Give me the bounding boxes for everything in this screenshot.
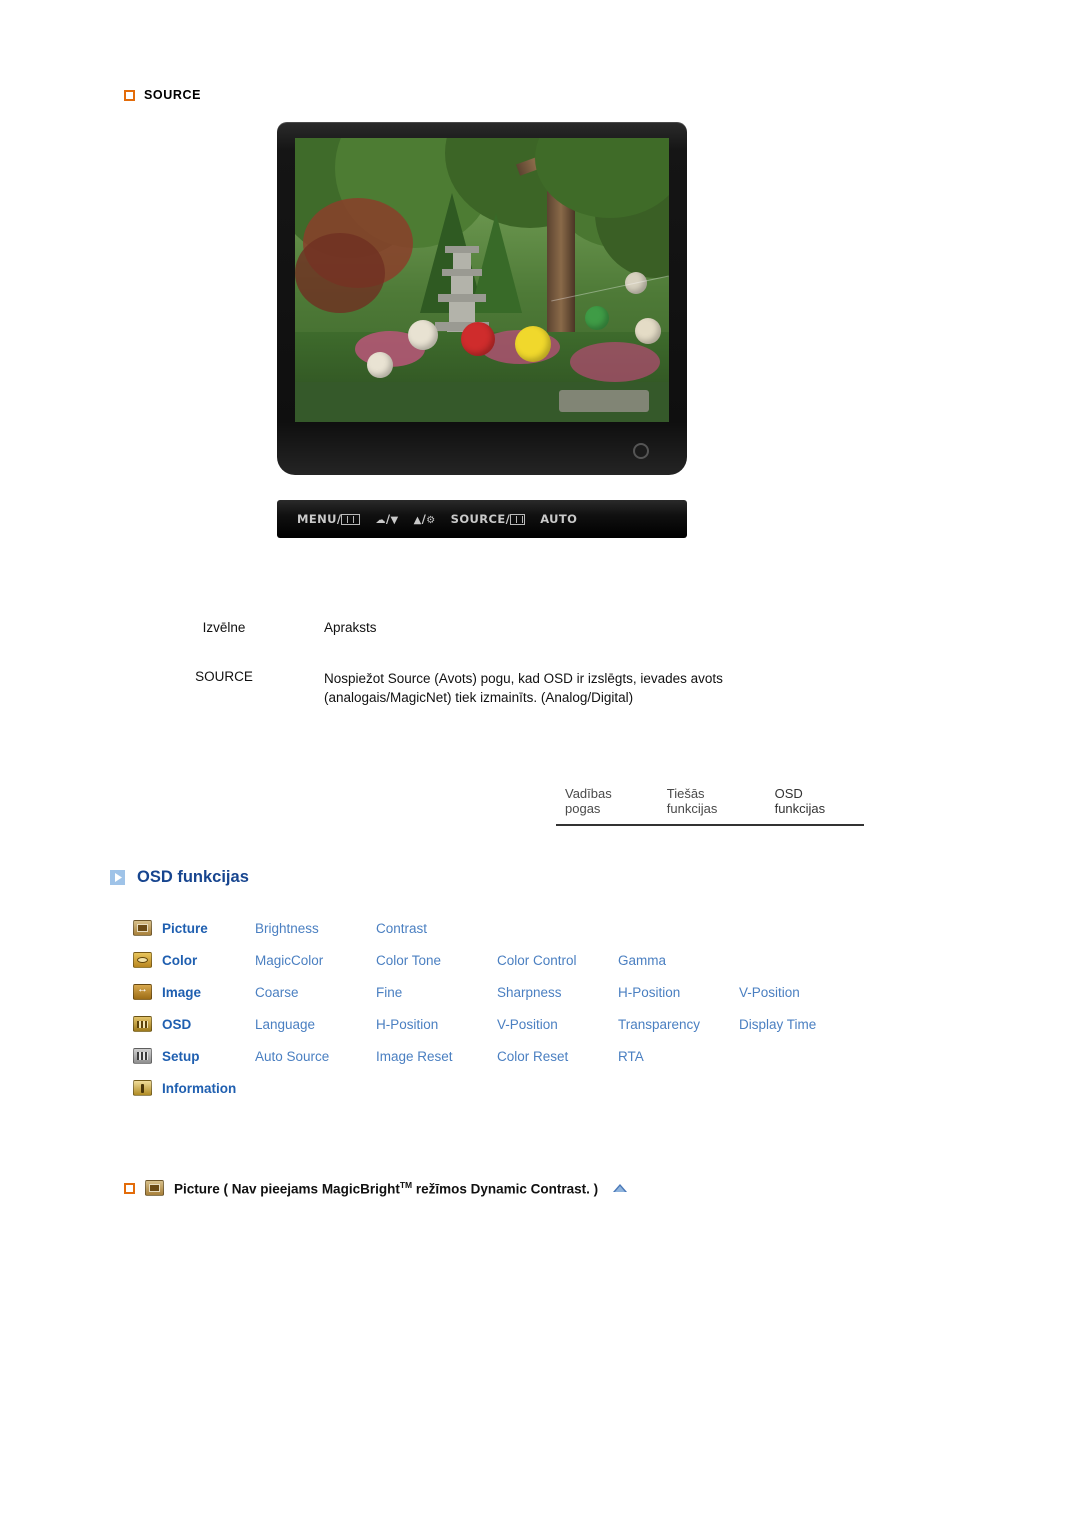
source-icon	[510, 514, 526, 525]
auto-button[interactable]: AUTO	[540, 512, 577, 526]
osd-heading-label: OSD funkcijas	[137, 868, 249, 886]
osd-item-auto-source[interactable]: Auto Source	[255, 1049, 376, 1064]
osd-item-color-control[interactable]: Color Control	[497, 953, 618, 968]
osd-row-setup: Setup Auto Source Image Reset Color Rese…	[133, 1040, 860, 1072]
osd-category-label: Image	[162, 984, 202, 1000]
blue-arrow-icon	[110, 870, 125, 885]
information-icon	[133, 1080, 152, 1096]
osd-item-display-time[interactable]: Display Time	[739, 1017, 860, 1032]
osd-item-brightness[interactable]: Brightness	[255, 921, 376, 936]
description-line-2: (analogais/MagicNet) tiek izmainīts. (An…	[324, 690, 634, 705]
table-header-row: Izvēlne Apraksts	[124, 620, 964, 635]
picture-icon	[133, 920, 152, 936]
menu-button[interactable]: MENU/	[297, 512, 361, 526]
osd-item-transparency[interactable]: Transparency	[618, 1017, 739, 1032]
tab-tiesas-funkcijas[interactable]: Tiešās funkcijas	[658, 786, 766, 824]
brightness-up-button[interactable]: ▲/⚙	[414, 512, 436, 526]
osd-item-h-position[interactable]: H-Position	[618, 985, 739, 1000]
power-indicator	[633, 443, 649, 459]
osd-row-information: Information	[133, 1072, 860, 1104]
picture-note-text-before: Picture ( Nav pieejams MagicBright	[174, 1181, 400, 1197]
osd-item-magiccolor[interactable]: MagicColor	[255, 953, 376, 968]
table-cell-menu: SOURCE	[195, 669, 253, 684]
osd-item-v-position[interactable]: V-Position	[739, 985, 860, 1000]
osd-item-color-tone[interactable]: Color Tone	[376, 953, 497, 968]
osd-category-label: Picture	[162, 920, 208, 936]
picture-note-superscript: TM	[399, 1180, 413, 1190]
source-button[interactable]: SOURCE/	[451, 512, 526, 526]
osd-category-label: Setup	[162, 1048, 200, 1064]
brightness-down-button[interactable]: ☁/▼	[375, 512, 398, 526]
osd-item-rta[interactable]: RTA	[618, 1049, 739, 1064]
description-line-1: Nospiežot Source (Avots) pogu, kad OSD i…	[324, 671, 723, 686]
source-heading-label: SOURCE	[144, 88, 202, 102]
osd-item-sharpness[interactable]: Sharpness	[497, 985, 618, 1000]
setup-icon	[133, 1048, 152, 1064]
osd-item-gamma[interactable]: Gamma	[618, 953, 739, 968]
picture-note: Picture ( Nav pieejams MagicBrightTM rež…	[124, 1180, 628, 1197]
down-arrow-icon: ▼	[390, 515, 399, 526]
monitor-bezel	[277, 122, 687, 475]
osd-category-setup[interactable]: Setup	[133, 1048, 255, 1064]
osd-item-language[interactable]: Language	[255, 1017, 376, 1032]
picture-note-text: Picture ( Nav pieejams MagicBrightTM rež…	[174, 1180, 598, 1197]
monitor-illustration: MENU/ ☁/▼ ▲/⚙ SOURCE/ AUTO	[277, 122, 687, 539]
source-section-heading: SOURCE	[124, 88, 201, 102]
osd-category-label: Information	[162, 1080, 237, 1096]
osd-category-color[interactable]: Color	[133, 952, 255, 968]
orange-square-icon	[124, 89, 135, 101]
table-cell-description: Nospiežot Source (Avots) pogu, kad OSD i…	[324, 661, 964, 707]
osd-category-information[interactable]: Information	[133, 1080, 236, 1096]
image-icon	[133, 983, 152, 1000]
osd-item-v-position[interactable]: V-Position	[497, 1017, 618, 1032]
tab-osd-funkcijas[interactable]: OSD funkcijas	[766, 786, 864, 824]
osd-row-picture: Picture Brightness Contrast	[133, 912, 860, 944]
up-arrow-icon: ▲	[413, 515, 422, 526]
table-row: SOURCE Nospiežot Source (Avots) pogu, ka…	[124, 661, 964, 707]
osd-category-label: OSD	[162, 1016, 192, 1032]
osd-category-image[interactable]: Image	[133, 983, 255, 1000]
osd-category-osd[interactable]: OSD	[133, 1016, 255, 1032]
color-icon	[133, 952, 152, 968]
orange-square-icon	[124, 1182, 135, 1194]
osd-icon	[133, 1016, 152, 1032]
scroll-to-top-icon[interactable]	[612, 1183, 628, 1194]
osd-row-color: Color MagicColor Color Tone Color Contro…	[133, 944, 860, 976]
monitor-screen-photo	[295, 138, 669, 422]
brightness-icon: ☁	[375, 515, 386, 526]
osd-item-image-reset[interactable]: Image Reset	[376, 1049, 497, 1064]
section-tab-bar[interactable]: Vadības pogas Tiešās funkcijas OSD funkc…	[556, 786, 864, 826]
osd-row-osd: OSD Language H-Position V-Position Trans…	[133, 1008, 860, 1040]
osd-item-contrast[interactable]: Contrast	[376, 921, 497, 936]
tab-vadibas-pogas[interactable]: Vadības pogas	[556, 786, 658, 824]
gear-icon: ⚙	[426, 515, 436, 526]
osd-section-heading: OSD funkcijas	[110, 868, 249, 887]
table-header-menu: Izvēlne	[202, 620, 246, 635]
osd-category-picture[interactable]: Picture	[133, 920, 255, 936]
picture-note-text-after: režīmos Dynamic Contrast. )	[412, 1181, 599, 1197]
source-description-table: Izvēlne Apraksts SOURCE Nospiežot Source…	[124, 620, 964, 707]
osd-category-label: Color	[162, 952, 198, 968]
monitor-button-panel: MENU/ ☁/▼ ▲/⚙ SOURCE/ AUTO	[277, 500, 687, 538]
table-header-description: Apraksts	[324, 620, 377, 635]
osd-item-fine[interactable]: Fine	[376, 985, 497, 1000]
menu-icon	[341, 514, 361, 525]
osd-item-color-reset[interactable]: Color Reset	[497, 1049, 618, 1064]
osd-row-image: Image Coarse Fine Sharpness H-Position V…	[133, 976, 860, 1008]
osd-item-coarse[interactable]: Coarse	[255, 985, 376, 1000]
osd-menu-map: Picture Brightness Contrast Color MagicC…	[133, 912, 860, 1104]
osd-item-h-position[interactable]: H-Position	[376, 1017, 497, 1032]
picture-icon	[145, 1180, 164, 1197]
